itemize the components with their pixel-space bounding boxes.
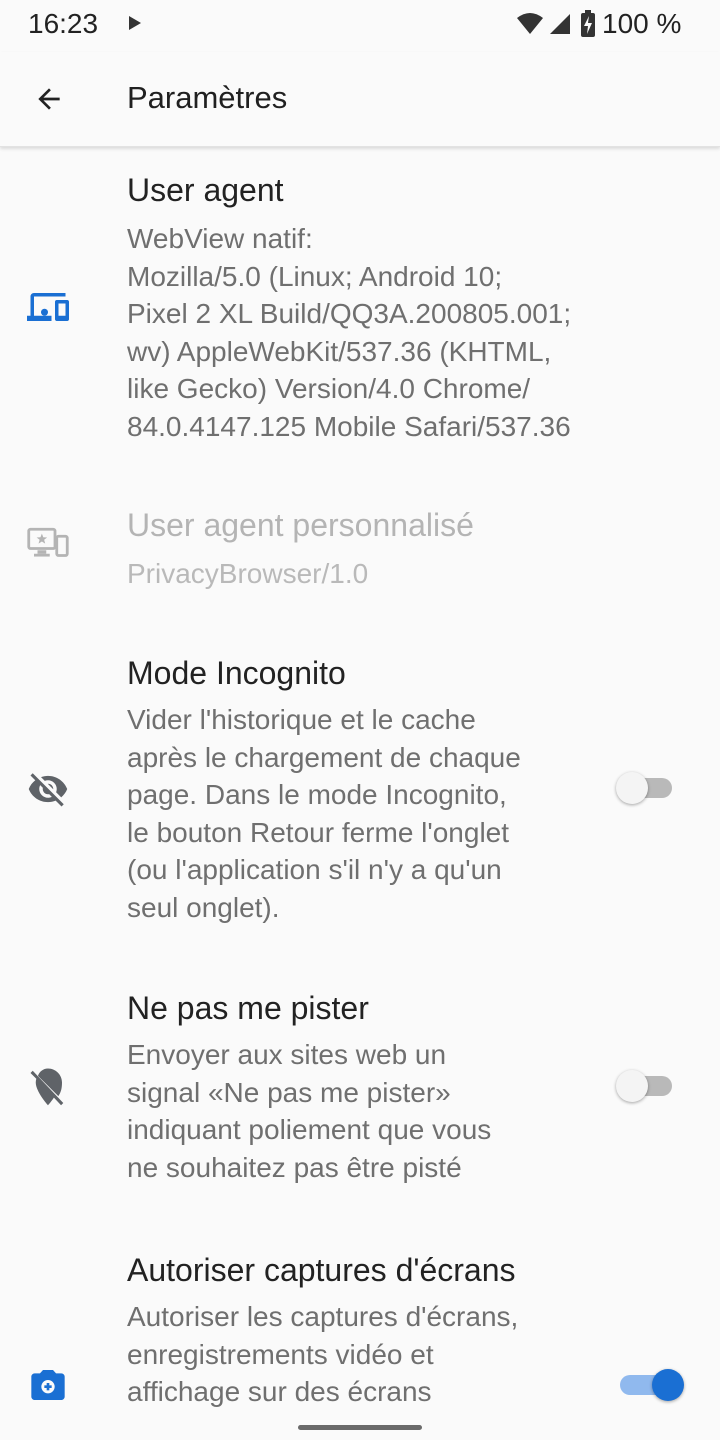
visibility-off-icon bbox=[28, 773, 68, 807]
pref-title: User agent personnalisé bbox=[127, 507, 474, 543]
do-not-track-switch[interactable] bbox=[616, 1065, 674, 1105]
pref-user-agent[interactable]: User agent WebView natif: Mozilla/5.0 (L… bbox=[0, 160, 720, 460]
pref-summary: PrivacyBrowser/1.0 bbox=[127, 558, 369, 589]
switch-thumb bbox=[616, 1070, 648, 1102]
page-title: Paramètres bbox=[127, 80, 288, 115]
switch-thumb bbox=[616, 772, 648, 804]
switch-thumb bbox=[652, 1369, 684, 1401]
location-off-icon bbox=[30, 1068, 64, 1106]
status-time: 16:23 bbox=[28, 8, 99, 39]
media-play-icon bbox=[129, 16, 141, 30]
pref-incognito-mode[interactable]: Mode Incognito Vider l'historique et le … bbox=[0, 643, 720, 938]
pref-summary: Vider l'historique et le cache après le … bbox=[127, 704, 521, 923]
status-bar: 16:23 100 % bbox=[0, 0, 720, 52]
pref-summary: Envoyer aux sites web un signal «Ne pas … bbox=[127, 1039, 492, 1183]
pref-custom-user-agent: User agent personnalisé PrivacyBrowser/1… bbox=[0, 495, 720, 605]
pref-title: User agent bbox=[127, 172, 284, 208]
pref-summary: WebView natif: Mozilla/5.0 (Linux; Andro… bbox=[127, 223, 572, 442]
pref-title: Autoriser captures d'écrans bbox=[127, 1252, 516, 1288]
camera-icon bbox=[31, 1370, 65, 1400]
custom-user-agent-icon bbox=[27, 527, 69, 557]
pref-title: Ne pas me pister bbox=[127, 990, 369, 1026]
incognito-switch[interactable] bbox=[616, 767, 674, 807]
pref-allow-screenshots[interactable]: Autoriser captures d'écrans Autoriser le… bbox=[0, 1240, 720, 1420]
pref-summary: Autoriser les captures d'écrans, enregis… bbox=[127, 1301, 519, 1407]
pref-do-not-track[interactable]: Ne pas me pister Envoyer aux sites web u… bbox=[0, 978, 720, 1200]
cell-signal-icon bbox=[550, 14, 570, 34]
battery-charging-icon bbox=[581, 10, 595, 37]
wifi-icon bbox=[517, 13, 543, 34]
app-bar: Paramètres bbox=[0, 52, 720, 147]
allow-screenshots-switch[interactable] bbox=[616, 1364, 684, 1404]
battery-percentage: 100 % bbox=[602, 8, 682, 39]
pref-title: Mode Incognito bbox=[127, 655, 346, 691]
back-button[interactable] bbox=[26, 76, 72, 122]
devices-icon bbox=[27, 293, 69, 321]
arrow-back-icon bbox=[38, 88, 60, 110]
gesture-nav-handle[interactable] bbox=[298, 1425, 422, 1430]
